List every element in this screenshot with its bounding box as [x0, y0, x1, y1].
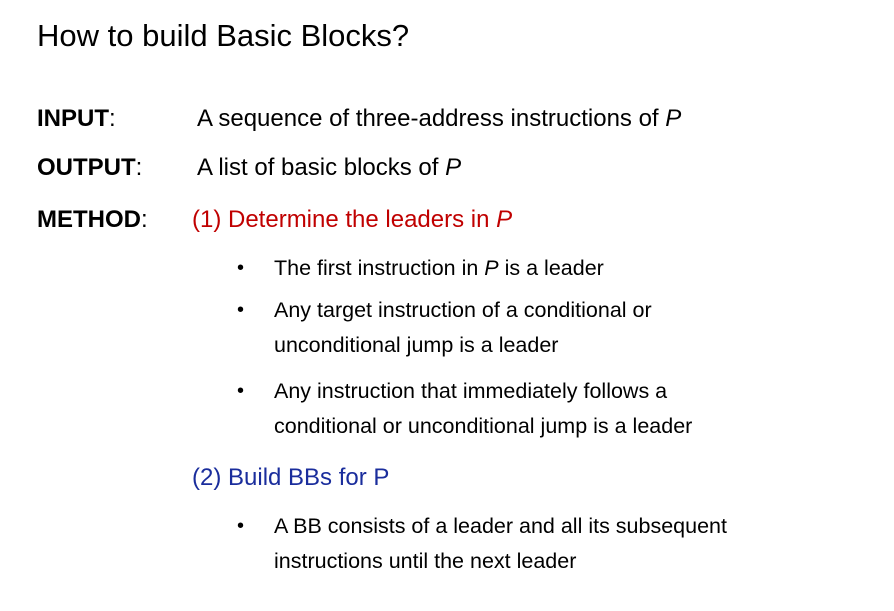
bullet-4-line-1: A BB consists of a leader and all its su…	[274, 514, 727, 538]
bullet-1-var: P	[484, 256, 499, 280]
method-step-2: (2) Build BBs for P	[192, 464, 390, 491]
bullet-icon: •	[237, 299, 245, 321]
method-step-1: (1) Determine the leaders in P	[192, 205, 512, 235]
input-colon: :	[109, 105, 116, 132]
input-text-main: A sequence of three-address instructions…	[197, 105, 666, 132]
bullet-icon: •	[237, 515, 245, 537]
step-1-var: P	[496, 206, 513, 233]
output-var: P	[445, 154, 462, 181]
bullet-icon: •	[237, 380, 245, 402]
bullet-3-line-1: Any instruction that immediately follows…	[274, 379, 668, 403]
bullet-1-line-1: The first instruction in P is a leader	[274, 251, 604, 285]
method-colon: :	[141, 206, 148, 233]
bullet-3-line-2: conditional or unconditional jump is a l…	[274, 414, 693, 438]
bullet-icon: •	[237, 257, 245, 279]
bullet-2-line-2: unconditional jump is a leader	[274, 333, 559, 357]
slide-title: How to build Basic Blocks?	[37, 18, 410, 53]
input-text: A sequence of three-address instructions…	[197, 104, 681, 134]
input-var: P	[665, 105, 682, 132]
method-label-text: METHOD	[37, 206, 141, 233]
bullet-1-text-b: is a leader	[498, 256, 604, 280]
method-label: METHOD:	[37, 205, 148, 235]
output-text: A list of basic blocks of P	[197, 153, 461, 183]
bullet-4-line-2: instructions until the next leader	[274, 549, 577, 573]
bullet-1-text-a: The first instruction in	[274, 256, 485, 280]
input-label: INPUT:	[37, 104, 116, 134]
output-colon: :	[135, 154, 143, 181]
input-label-text: INPUT	[37, 105, 109, 132]
output-text-main: A list of basic blocks of	[197, 154, 446, 181]
bullet-2-line-1: Any target instruction of a conditional …	[274, 298, 652, 322]
output-label: OUTPUT:	[37, 153, 142, 183]
output-label-text: OUTPUT	[37, 154, 136, 181]
step-1-text: (1) Determine the leaders in	[192, 206, 497, 233]
